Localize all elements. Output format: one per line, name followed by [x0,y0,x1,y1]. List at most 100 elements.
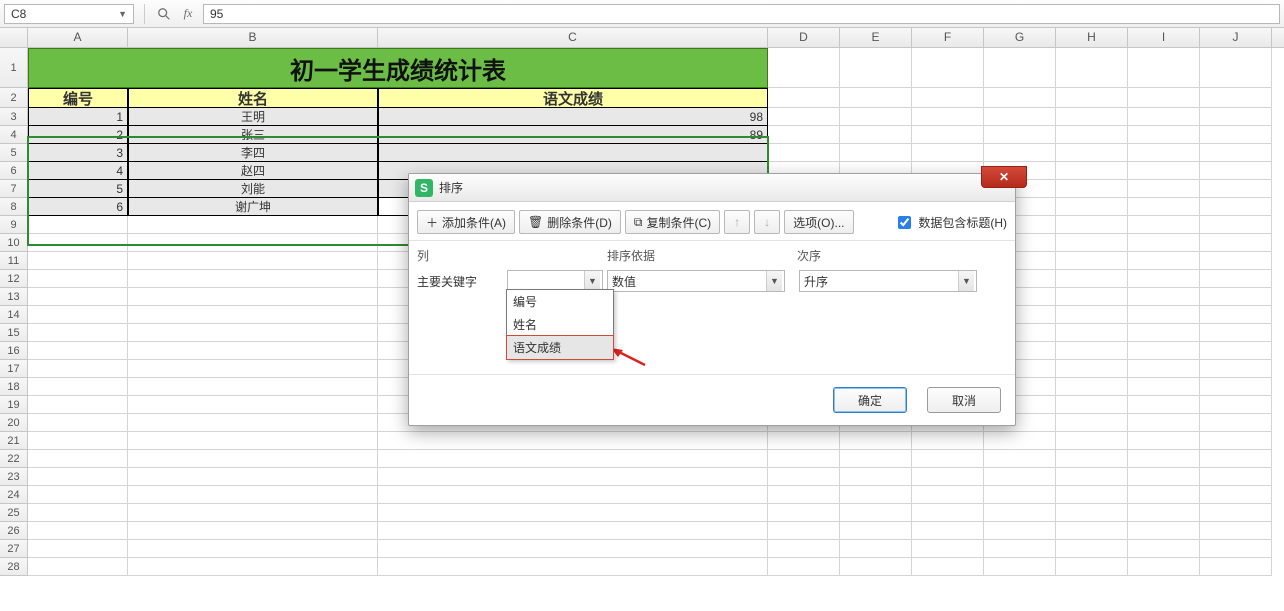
cell[interactable] [378,522,768,540]
cell-id[interactable]: 3 [28,144,128,162]
formula-input[interactable]: 95 [203,4,1280,24]
cell[interactable] [28,360,128,378]
cell[interactable] [1128,180,1200,198]
cell[interactable] [768,450,840,468]
row-header[interactable]: 19 [0,396,28,414]
cell[interactable] [128,486,378,504]
cell[interactable] [1056,198,1128,216]
cell[interactable] [1128,48,1200,88]
move-up-button[interactable]: ↑ [724,210,750,234]
dropdown-option[interactable]: 姓名 [507,313,613,336]
row-header[interactable]: 18 [0,378,28,396]
row-header[interactable]: 12 [0,270,28,288]
cell[interactable] [28,468,128,486]
cell[interactable] [1128,540,1200,558]
cell[interactable] [768,48,840,88]
cell[interactable] [840,88,912,108]
cell[interactable] [840,48,912,88]
cell[interactable] [1200,198,1272,216]
cell[interactable] [128,432,378,450]
cell[interactable] [1056,108,1128,126]
cell[interactable] [1200,252,1272,270]
row-header[interactable]: 5 [0,144,28,162]
cell[interactable] [984,432,1056,450]
cell[interactable] [128,234,378,252]
cell[interactable] [128,324,378,342]
cell[interactable] [378,504,768,522]
cell[interactable] [1128,324,1200,342]
cell[interactable] [1200,126,1272,144]
cell[interactable] [1056,180,1128,198]
cell[interactable] [1128,450,1200,468]
cell[interactable] [128,450,378,468]
cell[interactable] [378,450,768,468]
column-header[interactable]: J [1200,28,1272,47]
cell[interactable] [378,468,768,486]
row-header[interactable]: 16 [0,342,28,360]
cell[interactable] [912,432,984,450]
cell[interactable] [378,486,768,504]
cell[interactable] [1056,486,1128,504]
row-header[interactable]: 25 [0,504,28,522]
row-header[interactable]: 28 [0,558,28,576]
select-all-corner[interactable] [0,28,28,47]
cell[interactable] [1056,396,1128,414]
cell[interactable] [1200,180,1272,198]
cell[interactable] [1056,468,1128,486]
cell[interactable] [1128,396,1200,414]
cell[interactable] [912,540,984,558]
cell[interactable] [128,396,378,414]
row-header[interactable]: 9 [0,216,28,234]
cell[interactable] [840,522,912,540]
cell[interactable] [1128,486,1200,504]
table-title[interactable]: 初一学生成绩统计表 [28,48,768,88]
cell[interactable] [984,144,1056,162]
cell[interactable] [1200,432,1272,450]
cell[interactable] [1128,378,1200,396]
cell[interactable] [768,432,840,450]
cell[interactable] [1200,324,1272,342]
cell[interactable] [768,486,840,504]
cell[interactable] [1056,306,1128,324]
cell[interactable] [984,108,1056,126]
column-header[interactable]: I [1128,28,1200,47]
cell[interactable] [840,144,912,162]
cell[interactable] [1200,88,1272,108]
cell[interactable] [984,486,1056,504]
row-header[interactable]: 27 [0,540,28,558]
cell[interactable] [768,504,840,522]
options-button[interactable]: 选项(O)... [784,210,853,234]
cell[interactable] [1200,468,1272,486]
cell[interactable] [1200,108,1272,126]
cell[interactable] [28,504,128,522]
cell-id[interactable]: 2 [28,126,128,144]
cell[interactable] [1200,378,1272,396]
cell[interactable] [912,48,984,88]
cell[interactable] [1200,216,1272,234]
cell-id[interactable]: 6 [28,198,128,216]
cell[interactable] [840,468,912,486]
cell[interactable] [378,432,768,450]
cell[interactable] [28,540,128,558]
cell-id[interactable]: 5 [28,180,128,198]
cell[interactable] [128,216,378,234]
cell[interactable] [1056,432,1128,450]
cell[interactable] [1056,144,1128,162]
row-header[interactable]: 13 [0,288,28,306]
cell[interactable] [1056,540,1128,558]
cell[interactable] [128,270,378,288]
has-header-checkbox[interactable]: 数据包含标题(H) [894,213,1007,232]
cell[interactable] [840,540,912,558]
add-condition-button[interactable]: ＋ 添加条件(A) [417,210,515,234]
cell[interactable] [840,450,912,468]
row-header[interactable]: 7 [0,180,28,198]
cell[interactable] [912,558,984,576]
cell[interactable] [1128,126,1200,144]
row-header[interactable]: 2 [0,88,28,108]
ok-button[interactable]: 确定 [833,387,907,413]
cell[interactable] [840,486,912,504]
row-header[interactable]: 14 [0,306,28,324]
cell[interactable] [128,540,378,558]
cell[interactable] [984,522,1056,540]
cell[interactable] [1056,162,1128,180]
